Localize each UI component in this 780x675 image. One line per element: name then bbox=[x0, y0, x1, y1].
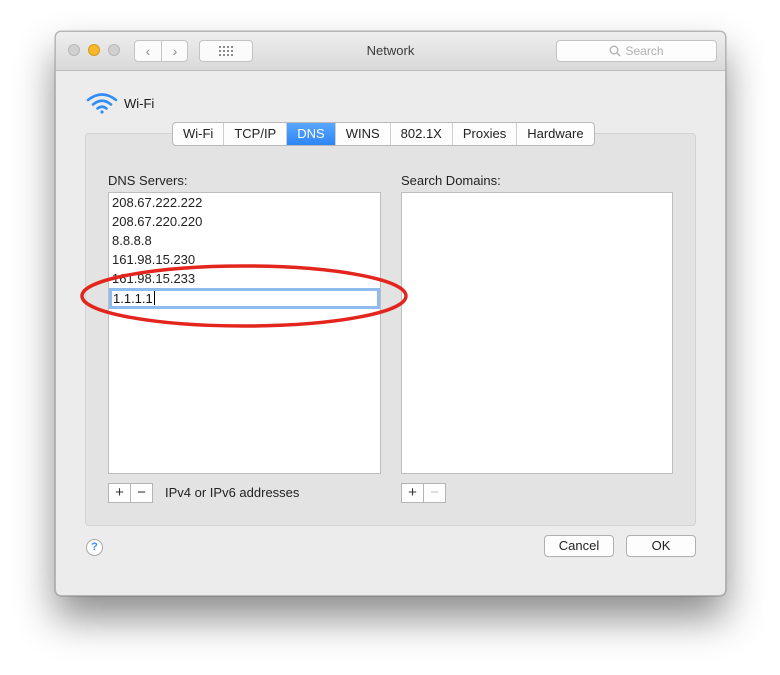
search-domains-label: Search Domains: bbox=[401, 173, 501, 188]
dns-server-row[interactable]: 8.8.8.8 bbox=[112, 231, 152, 250]
dns-servers-list[interactable]: 208.67.222.222 208.67.220.220 8.8.8.8 16… bbox=[108, 192, 381, 474]
tab-wifi[interactable]: Wi-Fi bbox=[173, 123, 225, 145]
search-placeholder: Search bbox=[625, 44, 664, 58]
search-field[interactable]: Search bbox=[556, 40, 717, 62]
dns-server-edit-field[interactable]: 1.1.1.1 bbox=[109, 288, 380, 309]
tab-hardware[interactable]: Hardware bbox=[517, 123, 593, 145]
tab-bar: Wi-Fi TCP/IP DNS WINS 802.1X Proxies Har… bbox=[172, 122, 595, 146]
dns-hint-text: IPv4 or IPv6 addresses bbox=[165, 485, 300, 500]
dns-server-edit-value: 1.1.1.1 bbox=[113, 291, 153, 306]
wifi-icon bbox=[86, 93, 118, 114]
dns-servers-label: DNS Servers: bbox=[108, 173, 188, 188]
tab-tcpip[interactable]: TCP/IP bbox=[224, 123, 288, 145]
tab-wins[interactable]: WINS bbox=[336, 123, 391, 145]
help-button[interactable]: ? bbox=[86, 539, 103, 556]
search-domain-add-remove-control: + − bbox=[401, 483, 446, 503]
ok-button[interactable]: OK bbox=[626, 535, 696, 557]
dns-server-row[interactable]: 208.67.220.220 bbox=[112, 212, 202, 231]
dns-server-row[interactable]: 161.98.15.230 bbox=[112, 250, 195, 269]
cancel-button[interactable]: Cancel bbox=[544, 535, 614, 557]
dns-server-row[interactable]: 208.67.222.222 bbox=[112, 193, 202, 212]
remove-dns-server-button[interactable]: − bbox=[130, 484, 152, 502]
add-search-domain-button[interactable]: + bbox=[402, 484, 423, 502]
dns-server-row[interactable]: 161.98.15.233 bbox=[112, 269, 195, 288]
title-bar: ‹ › Network Search bbox=[56, 32, 725, 71]
interface-name: Wi-Fi bbox=[124, 96, 155, 111]
dns-add-remove-control: + − bbox=[108, 483, 153, 503]
text-caret bbox=[153, 291, 155, 305]
tab-dns[interactable]: DNS bbox=[287, 123, 336, 145]
tab-8021x[interactable]: 802.1X bbox=[391, 123, 453, 145]
search-icon bbox=[610, 45, 621, 57]
add-dns-server-button[interactable]: + bbox=[109, 484, 130, 502]
interface-header: Wi-Fi bbox=[86, 92, 226, 116]
remove-search-domain-button: − bbox=[423, 484, 445, 502]
tab-proxies[interactable]: Proxies bbox=[453, 123, 518, 145]
network-preferences-window: ‹ › Network Search Wi-Fi Wi-Fi TCP/IP DN… bbox=[55, 31, 726, 596]
search-domains-list[interactable] bbox=[401, 192, 673, 474]
